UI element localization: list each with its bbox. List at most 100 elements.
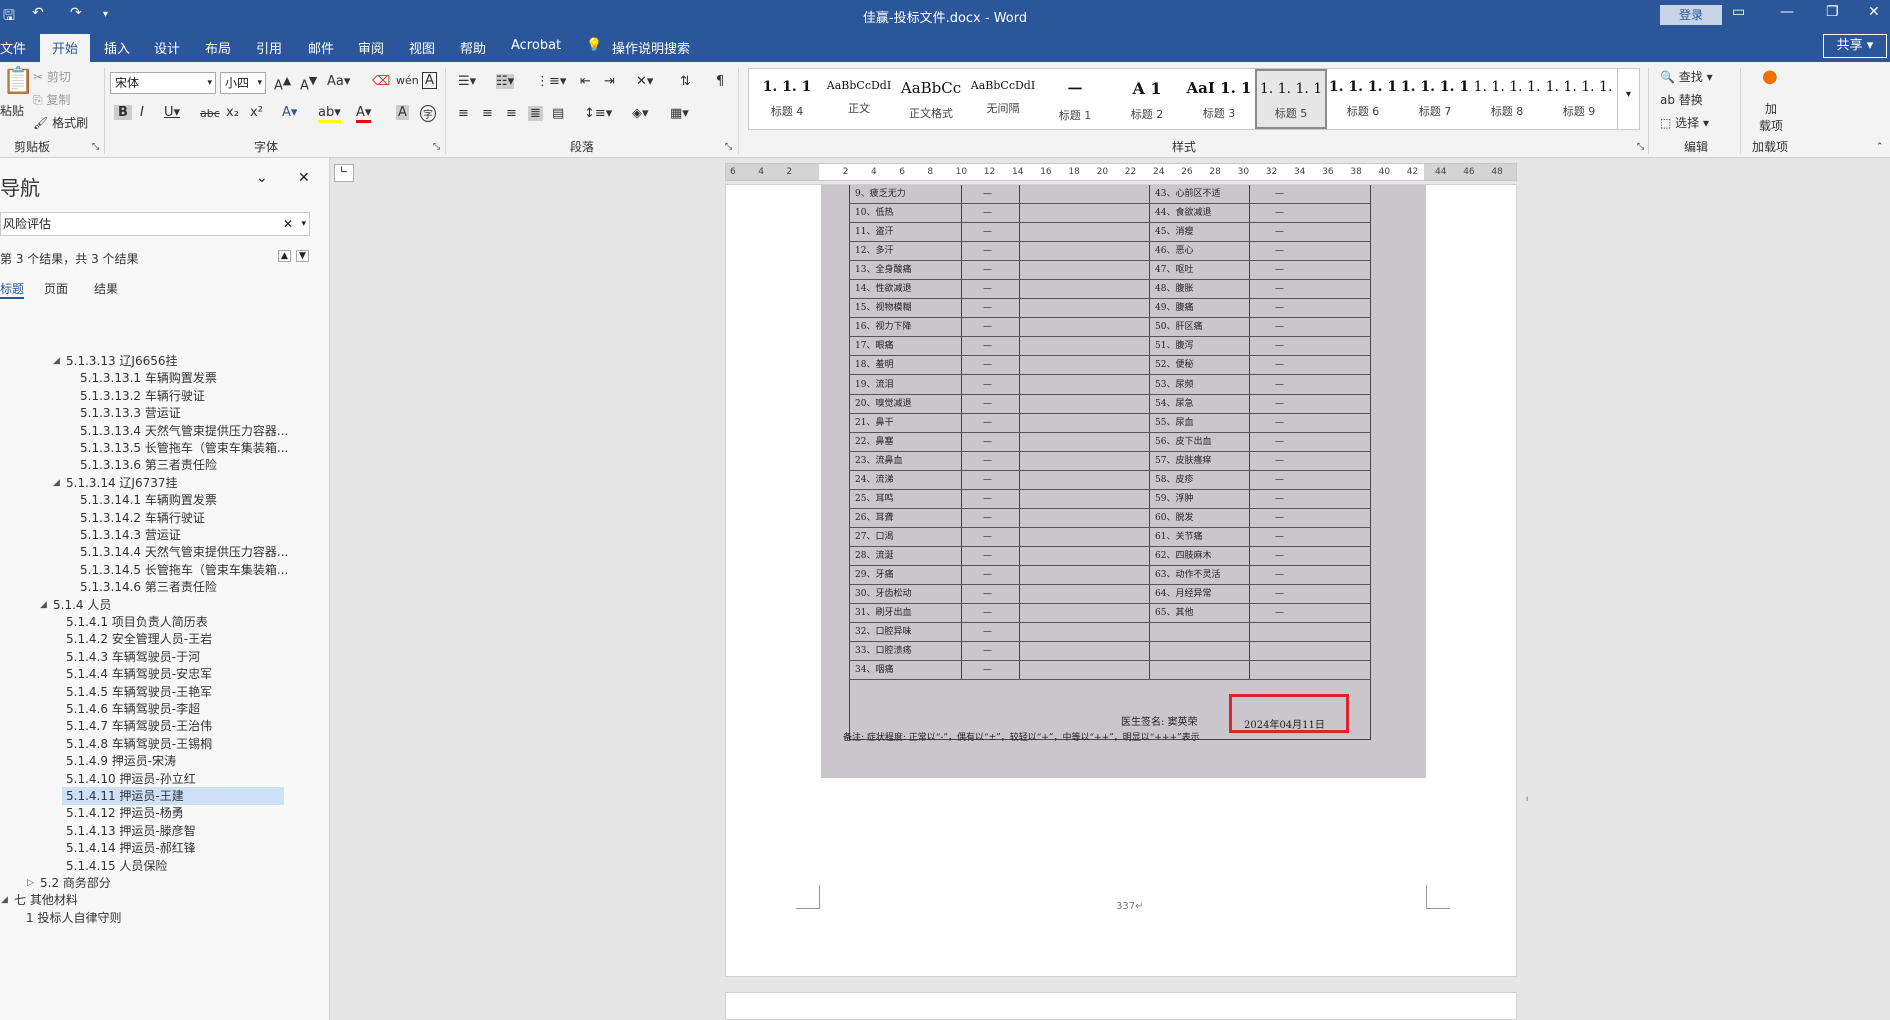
nav-heading-item[interactable]: 5.1.4.6 车辆驾驶员-李超: [62, 700, 200, 718]
shading-icon[interactable]: ◈▾: [632, 106, 649, 121]
ribbon-display-options-icon[interactable]: ▭: [1732, 4, 1745, 20]
style-no-spacing[interactable]: AaBbCcDdI 无间隔: [967, 69, 1039, 129]
replace-button[interactable]: ab 替换: [1660, 91, 1703, 108]
share-button[interactable]: 共享 ▾: [1823, 34, 1887, 58]
minimize-icon[interactable]: —: [1780, 4, 1794, 20]
numbering-icon[interactable]: ☷▾: [496, 74, 515, 89]
nav-heading-item[interactable]: 5.1.3.13 辽J6656挂: [62, 352, 178, 370]
enclose-characters-icon[interactable]: 字: [420, 105, 436, 122]
tab-home[interactable]: 开始: [40, 34, 91, 62]
addins-icon[interactable]: ●: [1762, 66, 1778, 87]
nav-heading-item[interactable]: 5.1.3.13.1 车辆购置发票: [76, 369, 217, 387]
style-heading-4[interactable]: 1. 1. 1 标题 4: [751, 69, 823, 129]
style-normal[interactable]: AaBbCcDdI 正文: [823, 69, 895, 129]
highlight-icon[interactable]: ab▾: [318, 105, 341, 123]
italic-icon[interactable]: I: [140, 105, 144, 120]
nav-heading-item[interactable]: 1 投标人自律守则: [22, 909, 121, 927]
underline-icon[interactable]: U▾: [164, 105, 180, 120]
style-heading-7[interactable]: 1. 1. 1. 1 标题 7: [1399, 69, 1471, 129]
tell-me-search[interactable]: 操作说明搜索: [612, 38, 690, 57]
font-name-box[interactable]: 宋体 ▾: [110, 72, 216, 94]
paste-icon[interactable]: 📋: [2, 66, 34, 96]
select-button[interactable]: ⬚ 选择 ▾: [1660, 114, 1709, 131]
styles-launcher-icon[interactable]: ⤡: [1637, 142, 1644, 152]
nav-heading-item[interactable]: 5.1.4.12 押运员-杨勇: [62, 804, 184, 822]
bullets-icon[interactable]: ☰▾: [458, 74, 476, 89]
paragraph-launcher-icon[interactable]: ⤡: [725, 142, 732, 152]
justify-icon[interactable]: ≣: [528, 106, 543, 121]
nav-heading-item[interactable]: 5.1.3.13.6 第三者责任险: [76, 456, 217, 474]
paste-button[interactable]: 粘贴: [0, 102, 24, 119]
font-color-icon[interactable]: A▾: [356, 105, 372, 123]
nav-heading-item[interactable]: 5.1.4.7 车辆驾驶员-王治伟: [62, 717, 212, 735]
font-size-box[interactable]: 小四 ▾: [220, 72, 266, 94]
bold-icon[interactable]: B: [114, 105, 132, 120]
styles-more-button[interactable]: ▾: [1617, 69, 1639, 129]
collapse-icon[interactable]: ◢: [1, 891, 8, 909]
style-heading-5[interactable]: 1. 1. 1. 1 标题 5: [1255, 69, 1327, 129]
chinese-layout-icon[interactable]: ✕▾: [636, 74, 653, 89]
nav-close-icon[interactable]: ✕: [298, 170, 310, 186]
close-icon[interactable]: ✕: [1868, 4, 1880, 20]
tab-pages[interactable]: 页面: [44, 280, 68, 297]
style-heading-3[interactable]: AaI 1. 1 标题 3: [1183, 69, 1255, 129]
nav-heading-item[interactable]: 5.1.4.9 押运员-宋涛: [62, 752, 176, 770]
style-heading-2[interactable]: A 1 标题 2: [1111, 69, 1183, 129]
text-effects-icon[interactable]: A▾: [282, 105, 297, 120]
nav-heading-item[interactable]: 5.1.4.4 车辆驾驶员-安忠军: [62, 665, 212, 683]
nav-heading-item[interactable]: 5.1.3.14.4 天然气管束提供压力容器...: [76, 543, 288, 561]
multilevel-list-icon[interactable]: ⋮≡▾: [536, 74, 566, 89]
tab-file[interactable]: 文件: [0, 38, 26, 57]
show-marks-icon[interactable]: ¶: [716, 74, 724, 89]
collapse-icon[interactable]: ◢: [40, 596, 47, 614]
decrease-indent-icon[interactable]: ⇤: [580, 74, 591, 89]
nav-heading-item[interactable]: 5.1.3.14.3 营运证: [76, 526, 181, 544]
increase-indent-icon[interactable]: ⇥: [604, 74, 615, 89]
copy-button[interactable]: ⎘ 复制: [33, 91, 70, 108]
clear-formatting-icon[interactable]: ⌫: [372, 74, 390, 89]
horizontal-ruler[interactable]: 6 4 2 2 4 6 8 10 12 14 16 18 20 22 24 26 28 30 32 34 36 38 40 4…: [725, 163, 1517, 181]
tab-insert[interactable]: 插入: [104, 38, 130, 57]
tab-headings[interactable]: 标题: [0, 280, 25, 299]
clear-search-icon[interactable]: ✕: [283, 213, 293, 235]
find-button[interactable]: 🔍 查找 ▾: [1660, 68, 1713, 85]
tab-references[interactable]: 引用: [256, 38, 282, 57]
nav-options-icon[interactable]: ⌄: [256, 170, 268, 186]
nav-heading-item[interactable]: 5.2 商务部分: [36, 874, 111, 892]
style-body-format[interactable]: AaBbCc 正文格式: [895, 69, 967, 129]
tab-design[interactable]: 设计: [154, 38, 180, 57]
align-right-icon[interactable]: ≡: [506, 106, 517, 121]
tab-selector[interactable]: ∟: [334, 164, 354, 182]
change-case-icon[interactable]: Aa▾: [327, 74, 350, 89]
borders-icon[interactable]: ▦▾: [670, 106, 689, 121]
tab-results[interactable]: 结果: [94, 280, 118, 297]
nav-heading-item[interactable]: 5.1.4.15 人员保险: [62, 857, 167, 875]
nav-heading-item[interactable]: 5.1.4.13 押运员-滕彦智: [62, 822, 196, 840]
tab-help[interactable]: 帮助: [460, 38, 486, 57]
nav-heading-item[interactable]: 5.1.4 人员: [49, 596, 111, 614]
style-heading-9[interactable]: 1. 1. 1. 1. 标题 9: [1543, 69, 1615, 129]
previous-result-icon[interactable]: ▲: [278, 250, 291, 262]
nav-heading-item[interactable]: 5.1.4.3 车辆驾驶员-于河: [62, 648, 200, 666]
addins-button[interactable]: 加 载项: [1756, 100, 1786, 134]
nav-heading-item[interactable]: 5.1.3.13.4 天然气管束提供压力容器...: [76, 422, 288, 440]
nav-heading-item[interactable]: 5.1.4.2 安全管理人员-王岩: [62, 630, 212, 648]
format-painter-button[interactable]: 🖌 格式刷: [33, 114, 88, 131]
sort-icon[interactable]: ⇅: [680, 74, 691, 89]
tab-layout[interactable]: 布局: [205, 38, 231, 57]
nav-heading-item[interactable]: 5.1.3.14 辽J6737挂: [62, 474, 178, 492]
shrink-font-icon[interactable]: A▼: [300, 74, 317, 93]
tab-mailings[interactable]: 邮件: [308, 38, 334, 57]
nav-heading-item[interactable]: 5.1.3.14.6 第三者责任险: [76, 578, 217, 596]
nav-search-input[interactable]: 风险评估 ✕ ▾: [0, 212, 310, 236]
nav-heading-item[interactable]: 5.1.4.11 押运员-王建: [62, 787, 284, 805]
nav-heading-item[interactable]: 5.1.3.13.5 长管拖车（管束车集装箱...: [76, 439, 288, 457]
nav-heading-item[interactable]: 5.1.4.5 车辆驾驶员-王艳军: [62, 683, 212, 701]
tab-acrobat[interactable]: Acrobat: [511, 38, 561, 53]
font-launcher-icon[interactable]: ⤡: [433, 142, 440, 152]
nav-heading-item[interactable]: 5.1.3.13.2 车辆行驶证: [76, 387, 205, 405]
nav-heading-item[interactable]: 七 其他材料: [10, 891, 78, 909]
collapse-icon[interactable]: ◢: [53, 474, 60, 492]
style-heading-1[interactable]: 一标题 1: [1039, 69, 1111, 129]
strikethrough-icon[interactable]: abc: [200, 107, 220, 120]
